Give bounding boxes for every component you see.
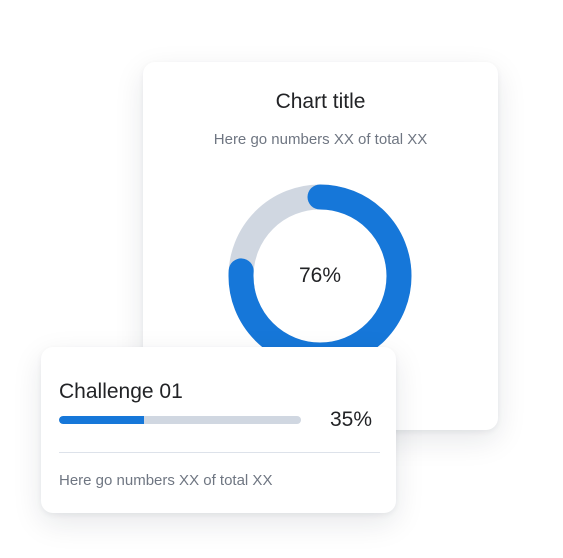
- donut-center-label: 76%: [298, 264, 342, 287]
- chart-subtitle: Here go numbers XX of total XX: [213, 131, 428, 148]
- divider: [59, 452, 380, 453]
- chart-title: Chart title: [275, 90, 366, 113]
- progress-percent: 35%: [329, 408, 372, 431]
- progress-track: [59, 416, 301, 424]
- challenge-title: Challenge 01: [59, 380, 183, 403]
- challenge-card: Challenge 01 35% Here go numbers XX of t…: [41, 347, 396, 513]
- progress-fill: [59, 416, 144, 424]
- challenge-caption: Here go numbers XX of total XX: [59, 472, 273, 489]
